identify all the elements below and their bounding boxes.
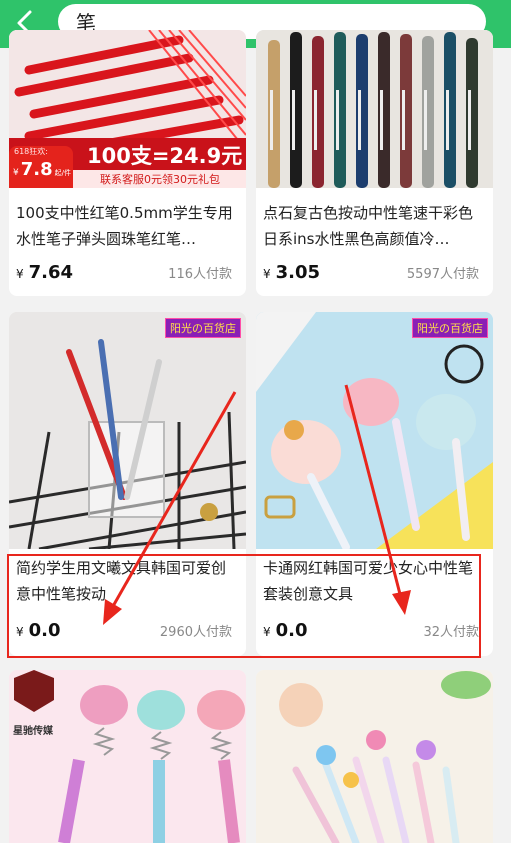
product-title[interactable]: 100支中性红笔0.5mm学生专用水性笔子弹头圆珠笔红笔… (16, 200, 238, 252)
pen-holder-illustration (9, 312, 246, 549)
paid-count: 2960人付款 (159, 625, 232, 640)
product-card[interactable]: 100支=24.9元 618狂欢: ¥7.8 起/件 联系客服0元领30元礼包 1… (9, 30, 246, 296)
pompom-pens-illustration (256, 312, 493, 549)
product-image[interactable]: 100支=24.9元 618狂欢: ¥7.8 起/件 联系客服0元领30元礼包 (9, 30, 246, 188)
product-price: ¥0.0 (16, 620, 61, 641)
spring-pens-illustration (9, 670, 246, 843)
product-image[interactable]: 阳光の百货店 (256, 312, 493, 549)
product-price: ¥7.64 (16, 262, 74, 283)
shop-tag: 阳光の百货店 (165, 318, 241, 338)
promo-event-label: 618狂欢: (14, 147, 48, 156)
paid-count: 32人付款 (423, 625, 479, 640)
promo-banner-text: 100支=24.9元 (87, 144, 243, 168)
product-card[interactable]: 阳光の百货店 简约学生用文曦文具韩国可爱创意中性笔按动 ¥0.0 2960人付款 (9, 312, 246, 656)
product-title[interactable]: 卡通网红韩国可爱少女心中性笔套装创意文具 (263, 555, 485, 607)
paid-count: 5597人付款 (406, 267, 479, 282)
product-image[interactable] (256, 670, 493, 843)
product-card[interactable]: 点石复古色按动中性笔速干彩色日系ins水性黑色高颜值冷… ¥3.05 5597人… (256, 30, 493, 296)
product-card[interactable]: 阳光の百货店 卡通网红韩国可爱少女心中性笔套装创意文具 ¥0.0 32人付款 (256, 312, 493, 656)
retro-pens-illustration (256, 30, 493, 188)
paid-count: 116人付款 (168, 267, 232, 282)
promo-price: 7.8 (20, 159, 53, 180)
shop-tag: 阳光の百货店 (412, 318, 488, 338)
service-text: 联系客服0元领30元礼包 (100, 173, 220, 186)
product-image[interactable]: 星驰传媒 (9, 670, 246, 843)
product-price: ¥3.05 (263, 262, 321, 283)
product-price: ¥0.0 (263, 620, 308, 641)
product-image[interactable]: 阳光の百货店 (9, 312, 246, 549)
service-strip: 联系客服0元领30元礼包 (73, 170, 246, 188)
product-title[interactable]: 点石复古色按动中性笔速干彩色日系ins水性黑色高颜值冷… (263, 200, 485, 252)
product-card[interactable] (256, 670, 493, 843)
product-image[interactable] (256, 30, 493, 188)
product-title[interactable]: 简约学生用文曦文具韩国可爱创意中性笔按动 (16, 555, 238, 607)
product-card[interactable]: 星驰传媒 (9, 670, 246, 843)
promo-price-badge: 618狂欢: ¥7.8 起/件 (9, 146, 73, 188)
flower-pens-illustration (256, 670, 493, 843)
brand-logo-text: 星驰传媒 (13, 726, 53, 737)
promo-unit: 起/件 (54, 169, 71, 177)
